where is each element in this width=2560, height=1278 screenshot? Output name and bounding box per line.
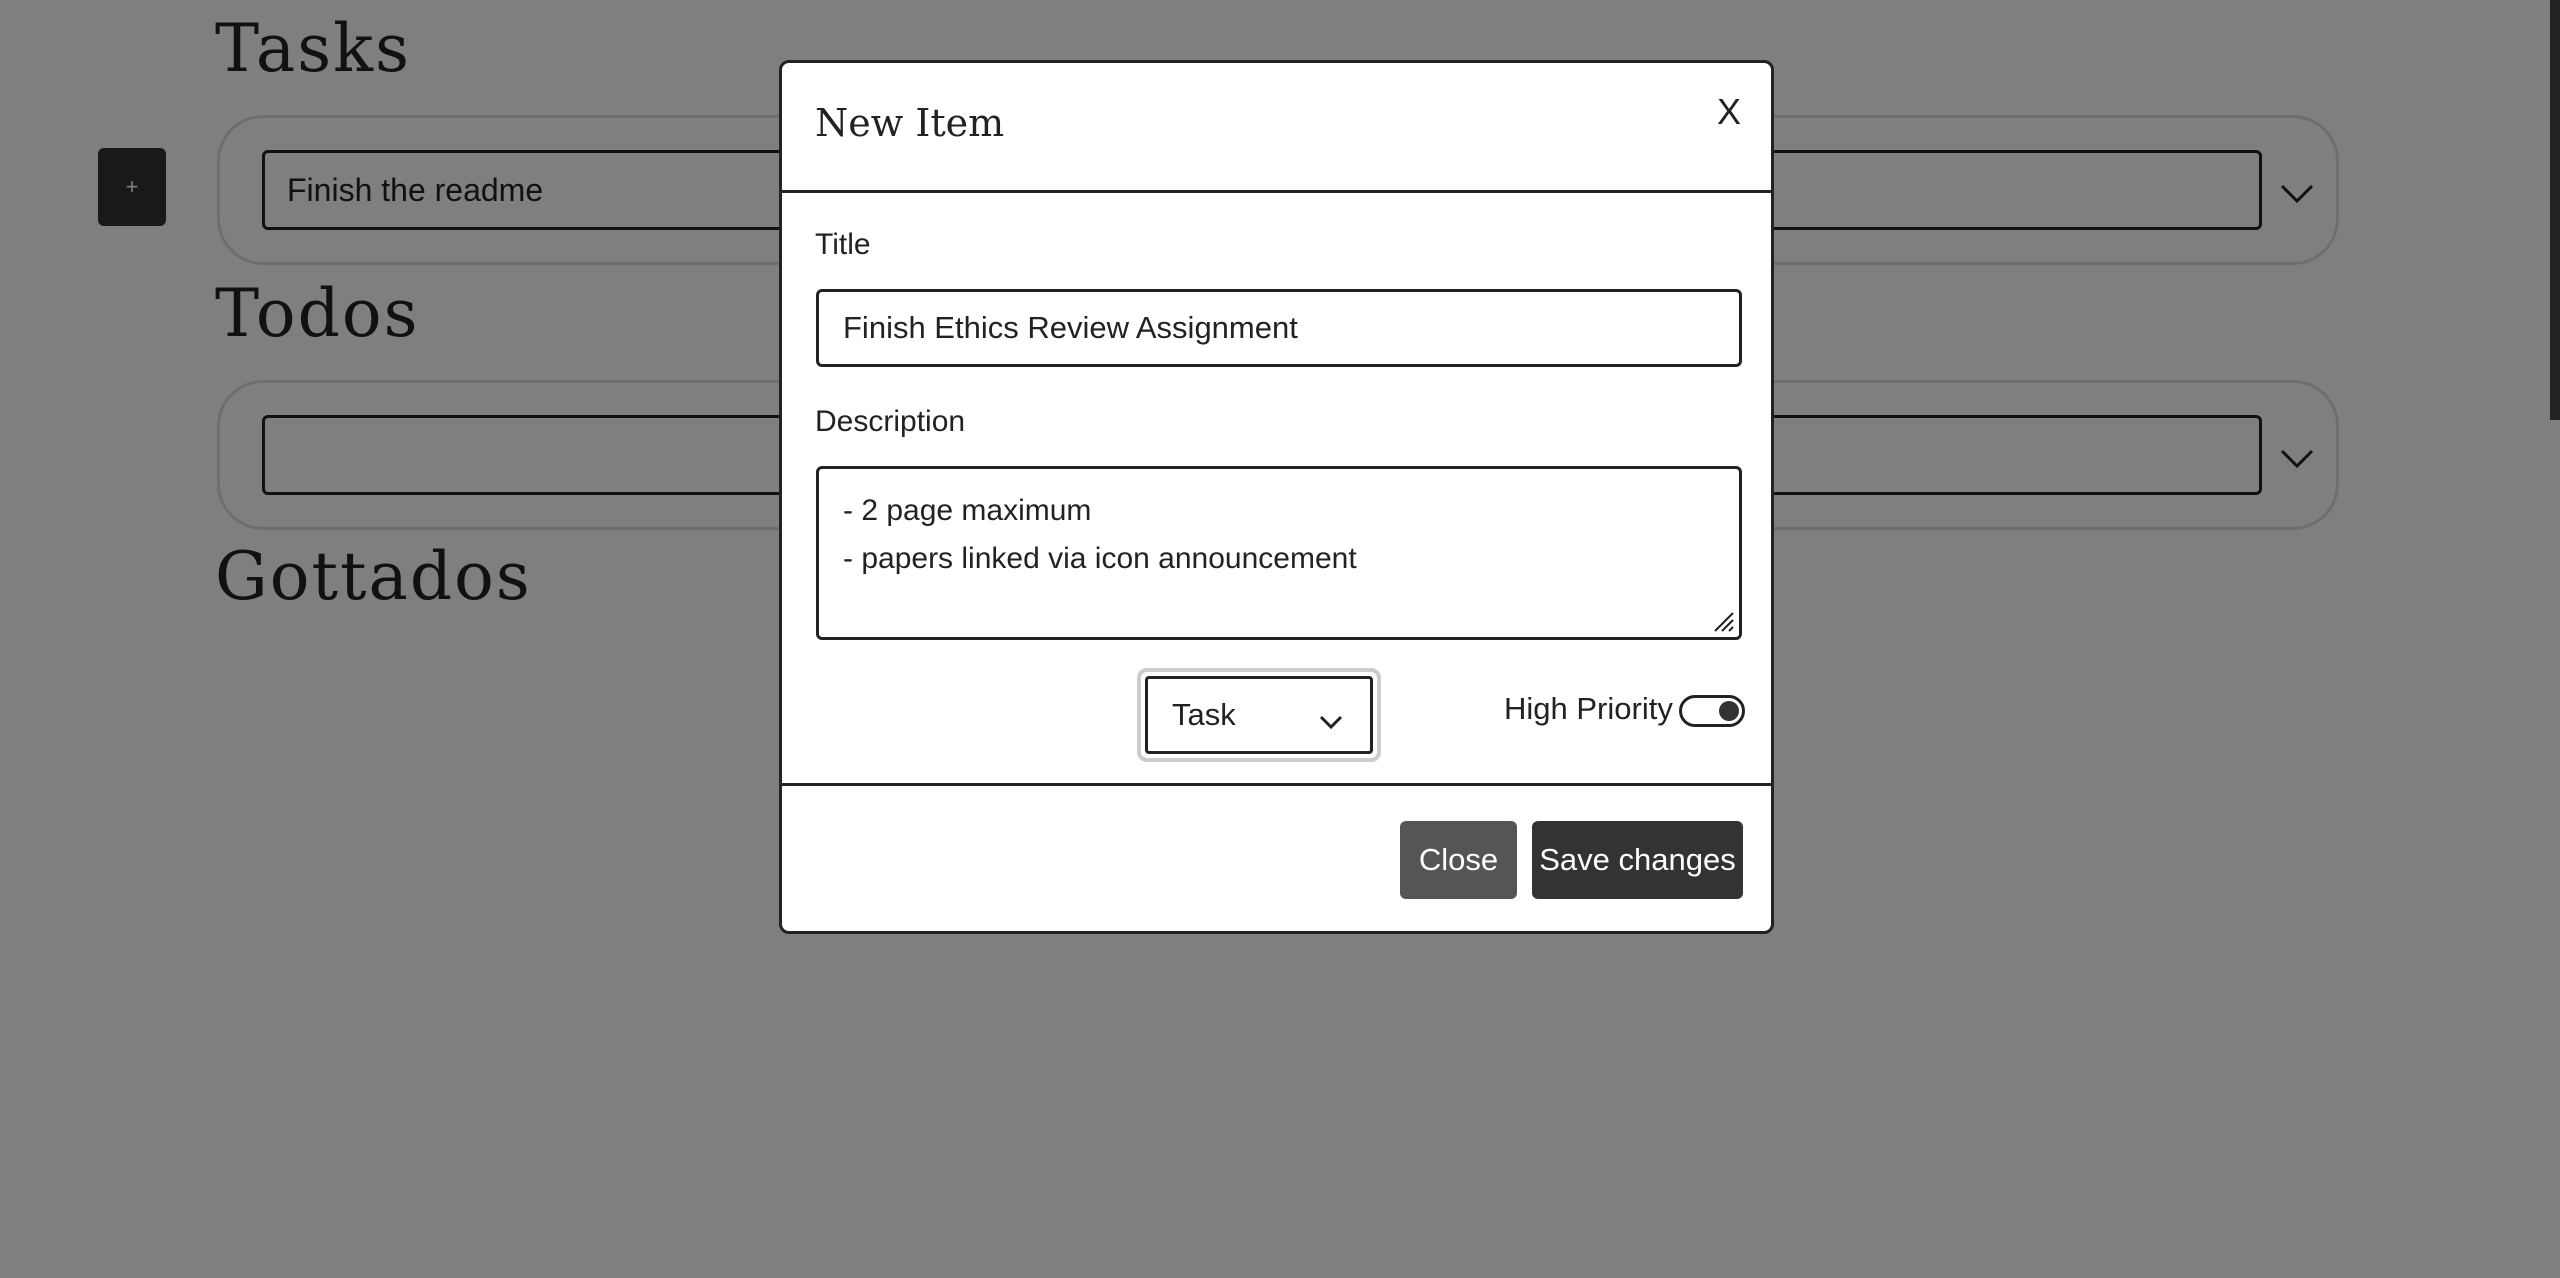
high-priority-toggle[interactable] — [1679, 695, 1745, 727]
close-icon[interactable]: X — [1717, 91, 1741, 133]
description-line: - 2 page maximum — [843, 494, 1092, 527]
description-textarea[interactable]: - 2 page maximum - papers linked via ico… — [816, 466, 1742, 640]
save-changes-button[interactable]: Save changes — [1532, 821, 1743, 899]
modal-header: New Item X — [782, 63, 1771, 193]
scrollbar[interactable] — [2550, 0, 2560, 420]
title-label: Title — [815, 228, 871, 261]
close-button[interactable]: Close — [1400, 821, 1517, 899]
new-item-modal: New Item X Title Finish Ethics Review As… — [779, 60, 1774, 934]
chevron-down-icon — [1319, 715, 1343, 730]
type-select-focus-ring: Task — [1137, 668, 1381, 762]
modal-title: New Item — [815, 101, 1005, 145]
toggle-knob — [1719, 701, 1739, 721]
high-priority-label: High Priority — [1504, 691, 1673, 726]
description-line: - papers linked via icon announcement — [843, 542, 1357, 575]
description-label: Description — [815, 405, 966, 438]
type-select-value: Task — [1172, 697, 1236, 732]
type-select[interactable]: Task — [1145, 676, 1373, 754]
resize-handle-icon[interactable] — [1711, 609, 1735, 633]
title-input[interactable]: Finish Ethics Review Assignment — [816, 289, 1742, 367]
modal-footer — [782, 783, 1771, 786]
